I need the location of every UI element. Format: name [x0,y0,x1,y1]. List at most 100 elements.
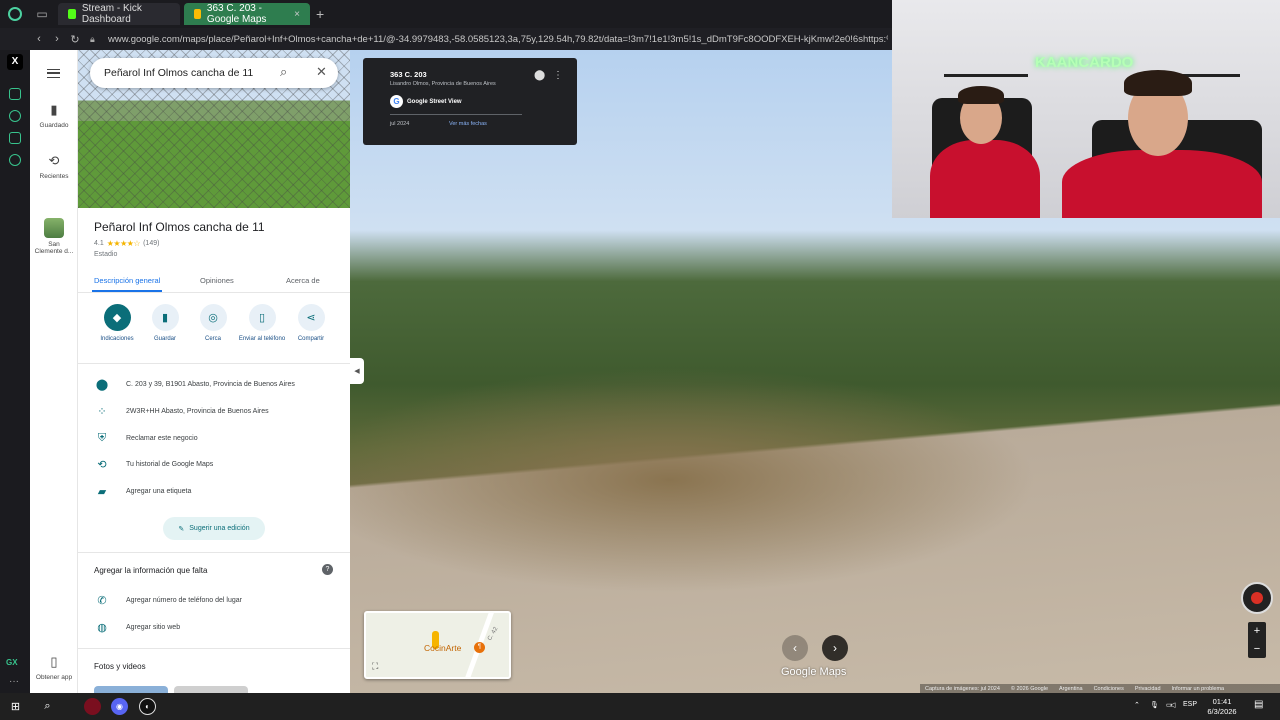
info-text: Agregar sitio web [126,623,181,631]
add-phone-row[interactable]: ✆ Agregar número de teléfono del lugar [78,590,350,610]
tab-reviews[interactable]: Opiniones [200,276,234,285]
volume-icon[interactable]: ◁ [1170,701,1175,709]
privacy-link[interactable]: Privacidad [1135,686,1161,692]
claim-business-row[interactable]: ⛨ Reclamar este negocio [78,428,350,448]
notifications-icon[interactable]: ▤ [1254,699,1263,710]
save-button[interactable]: ▮ Guardar [140,304,190,342]
person-left-hair [958,86,1004,104]
share-icon: ⋖ [297,304,325,331]
back-icon[interactable]: ‹ [30,33,48,45]
expand-icon[interactable]: ⛶ [372,661,378,672]
divider [78,648,350,649]
address-row[interactable]: ⬤ C. 203 y 39, B1901 Abasto, Provincia d… [78,374,350,394]
bookmark-icon: ▮ [151,304,179,331]
terms-link[interactable]: Condiciones [1094,686,1124,692]
collapse-panel-button[interactable]: ◀ [350,358,364,384]
missing-info-heading: Agregar la información que falta [94,566,208,575]
nearby-button[interactable]: ◎ Cerca [188,304,238,342]
rating-row[interactable]: 4.1 ★★★★☆ (149) [94,239,159,248]
lock-icon[interactable]: 🔒︎ [90,34,104,45]
directions-icon: ◆ [103,304,131,331]
rail-item-recent[interactable]: ⟲ Recientes [30,153,78,180]
tray-chevron-icon[interactable]: ⌃ [1134,701,1140,709]
photo-thumbnail[interactable] [174,686,248,693]
photos-heading: Fotos y videos [94,662,146,671]
sv-locality: Lisandro Olmos, Provincia de Buenos Aire… [390,81,496,87]
rail-item-saved[interactable]: ▮ Guardado [30,102,78,129]
see-more-dates-link[interactable]: Ver más fechas [449,121,487,127]
suggest-edit-button[interactable]: ✎ Sugerir una edición [163,517,265,540]
close-icon[interactable]: ✕ [316,64,327,80]
photo-thumbnail[interactable] [94,686,168,693]
sidebar-app-icon[interactable] [9,88,21,100]
opera-gx-logo-icon[interactable] [0,0,30,28]
rail-item-san-clemente[interactable]: San Clemente d... [30,218,78,255]
maps-left-rail: ▮ Guardado ⟲ Recientes San Clemente d...… [30,50,78,693]
reload-icon[interactable]: ↻ [66,33,84,46]
neon-sign: KAANCARDO [1035,54,1134,71]
tab-switcher-icon[interactable]: ▭ [30,0,54,28]
new-tab-button[interactable]: + [316,6,324,22]
discord-icon[interactable]: ◉ [111,698,128,715]
report-problem-link[interactable]: Informar un problema [1172,686,1225,692]
input-language[interactable]: ESP [1183,701,1197,708]
history-icon: ⟲ [97,458,107,471]
opera-sidebar: X GX ··· [0,50,30,693]
x-twitter-icon[interactable]: X [7,54,23,70]
add-label-row[interactable]: ▰ Agregar una etiqueta [78,481,350,501]
share-button[interactable]: ⋖ Compartir [286,304,336,342]
search-input[interactable] [104,67,274,79]
divider [78,552,350,553]
action-label: Indicaciones [100,336,134,342]
search-icon[interactable]: ⌕ [39,698,56,715]
sidebar-settings-icon[interactable] [9,154,21,166]
location-pin-icon[interactable]: ⬤ [534,70,545,81]
gx-control-icon[interactable]: GX [6,658,18,667]
next-arrow-button[interactable]: › [822,635,848,661]
tab-google-maps[interactable]: 363 C. 203 - Google Maps × [184,3,310,25]
place-category[interactable]: Estadio [94,251,117,258]
help-icon[interactable]: ? [322,564,333,575]
mini-map[interactable]: C. 42 CocinArte ¶ ⛶ [364,611,511,679]
opera-gx-taskbar-icon[interactable] [84,698,101,715]
sv-provider-label: Google Street View [407,98,462,105]
minimap-poi-label: CocinArte [424,643,462,653]
region-link[interactable]: Argentina [1059,686,1083,692]
zoom-out-button[interactable]: − [1248,640,1266,658]
label-icon: ▰ [97,485,107,498]
sidebar-history-icon[interactable] [9,110,21,122]
url-field[interactable]: www.google.com/maps/place/Peñarol+Inf+Ol… [108,34,888,45]
rail-item-get-app[interactable]: ▯ Obtener app [30,654,78,681]
tab-overview[interactable]: Descripción general [94,276,160,285]
menu-icon[interactable] [47,69,60,78]
sidebar-extensions-icon[interactable] [9,132,21,144]
obs-icon[interactable]: ◐ [139,698,156,715]
tab-about[interactable]: Acerca de [286,276,320,285]
plus-code-row[interactable]: ⁘ 2W3R+HH Abasto, Provincia de Buenos Ai… [78,401,350,421]
compass-icon[interactable] [1241,582,1273,614]
tab-kick-dashboard[interactable]: Stream - Kick Dashboard [58,3,180,25]
history-row[interactable]: ⟲ Tu historial de Google Maps [78,454,350,474]
close-tab-icon[interactable]: × [294,9,300,20]
more-vert-icon[interactable]: ⋮ [553,70,563,81]
windows-start-icon[interactable]: ⊞ [7,698,24,715]
zoom-in-button[interactable]: + [1248,622,1266,640]
history-icon: ⟲ [48,153,60,168]
send-to-phone-button[interactable]: ▯ Enviar al teléfono [237,304,287,342]
previous-arrow-button[interactable]: ‹ [782,635,808,661]
search-icon[interactable]: ⌕ [280,64,287,80]
send-to-phone-icon: ▯ [248,304,276,331]
more-options-icon[interactable]: ··· [9,676,19,687]
directions-button[interactable]: ◆ Indicaciones [92,304,142,342]
tab-label: 363 C. 203 - Google Maps [206,3,267,25]
microphone-icon[interactable]: 🎙︎ [1150,701,1159,709]
restaurant-pin-icon[interactable]: ¶ [474,642,485,653]
review-count[interactable]: (149) [143,240,159,247]
system-clock[interactable]: 01:41 6/3/2026 [1200,697,1244,717]
add-website-row[interactable]: ◍ Agregar sitio web [78,617,350,637]
clock-time: 01:41 [1212,697,1232,706]
info-text: Agregar una etiqueta [126,487,192,495]
search-box[interactable]: ⌕ ✕ [90,58,338,88]
screen: ▭ Stream - Kick Dashboard 363 C. 203 - G… [0,0,1280,720]
forward-icon[interactable]: › [48,33,66,45]
